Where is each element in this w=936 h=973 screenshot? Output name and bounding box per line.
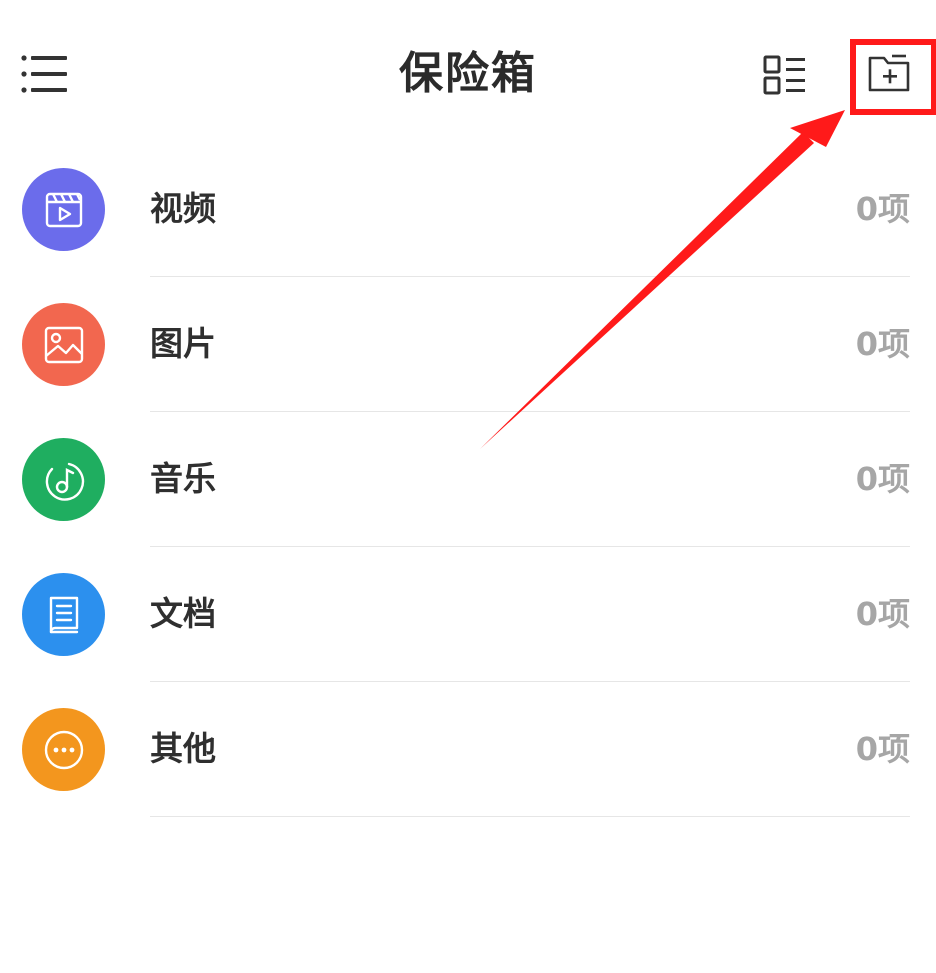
row-divider bbox=[150, 816, 910, 817]
category-count: 0项 bbox=[855, 190, 910, 228]
category-label: 文档 bbox=[150, 594, 216, 633]
more-icon-circle bbox=[22, 708, 105, 791]
category-count: 0项 bbox=[855, 460, 910, 498]
category-count: 0项 bbox=[855, 595, 910, 633]
image-icon bbox=[44, 326, 84, 364]
music-icon-circle bbox=[22, 438, 105, 521]
category-row-other[interactable]: 其他 0项 bbox=[0, 682, 936, 817]
document-icon bbox=[49, 596, 79, 634]
category-row-video[interactable]: 视频 0项 bbox=[0, 142, 936, 277]
category-label: 音乐 bbox=[150, 459, 216, 498]
image-icon-circle bbox=[22, 303, 105, 386]
add-folder-icon bbox=[868, 54, 910, 92]
category-label: 视频 bbox=[150, 189, 216, 228]
more-icon bbox=[44, 730, 84, 770]
category-row-document[interactable]: 文档 0项 bbox=[0, 547, 936, 682]
video-icon-circle bbox=[22, 168, 105, 251]
category-row-image[interactable]: 图片 0项 bbox=[0, 277, 936, 412]
category-label: 其他 bbox=[150, 729, 216, 768]
category-count: 0项 bbox=[855, 730, 910, 768]
list-view-icon bbox=[763, 55, 805, 95]
music-icon bbox=[45, 462, 85, 501]
category-list: 视频 0项 图片 0项 音乐 0项 文档 0项 其他 0项 bbox=[0, 142, 936, 817]
category-count: 0项 bbox=[855, 325, 910, 363]
view-mode-button[interactable] bbox=[762, 54, 808, 96]
document-icon-circle bbox=[22, 573, 105, 656]
video-icon bbox=[45, 192, 83, 228]
category-label: 图片 bbox=[150, 324, 216, 363]
add-folder-button[interactable] bbox=[866, 52, 914, 94]
category-row-music[interactable]: 音乐 0项 bbox=[0, 412, 936, 547]
top-bar: 保险箱 bbox=[0, 0, 936, 150]
